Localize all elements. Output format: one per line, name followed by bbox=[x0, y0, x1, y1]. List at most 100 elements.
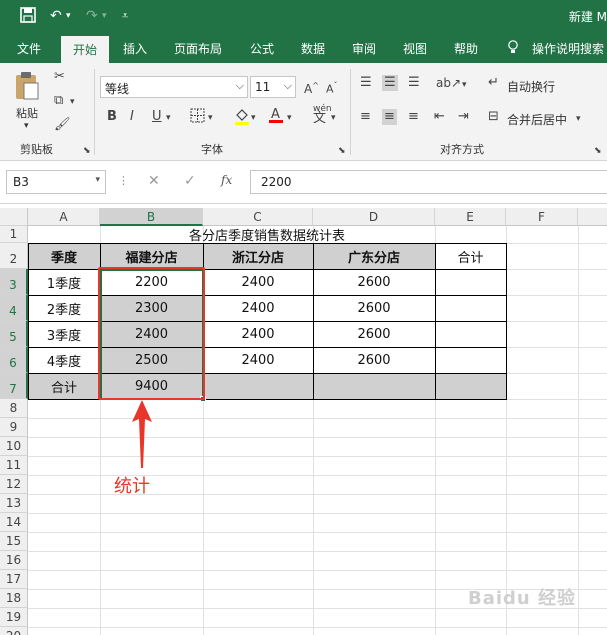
orientation-dropdown-icon[interactable]: ▾ bbox=[462, 77, 467, 93]
tab-tell-me[interactable]: 操作说明搜索 bbox=[532, 40, 604, 57]
table-cell[interactable]: 2400 bbox=[203, 321, 313, 347]
cancel-icon[interactable]: ✕ bbox=[148, 173, 160, 189]
header-cell[interactable]: 广东分店 bbox=[313, 243, 435, 269]
column-header[interactable]: A bbox=[28, 208, 100, 226]
borders-icon[interactable] bbox=[190, 108, 205, 128]
orientation-icon[interactable]: ab↗ bbox=[436, 75, 461, 91]
decrease-font-icon[interactable]: Aˇ bbox=[326, 78, 338, 98]
table-cell[interactable]: 4季度 bbox=[28, 347, 100, 373]
align-left-icon[interactable]: ≡ bbox=[360, 109, 371, 125]
table-cell[interactable]: 2400 bbox=[203, 347, 313, 373]
enter-icon[interactable]: ✓ bbox=[184, 173, 196, 189]
phonetic-dropdown-icon[interactable]: ▾ bbox=[331, 110, 336, 126]
column-header[interactable]: C bbox=[203, 208, 313, 226]
tab-review[interactable]: 审阅 bbox=[352, 40, 376, 57]
fill-color-dropdown-icon[interactable]: ▾ bbox=[251, 110, 256, 126]
customize-toolbar-icon[interactable]: ⩡ bbox=[122, 7, 128, 25]
row-header[interactable]: 15 bbox=[0, 532, 28, 551]
align-bottom-icon[interactable]: ☰ bbox=[408, 75, 420, 91]
table-cell[interactable]: 3季度 bbox=[28, 321, 100, 347]
row-header[interactable]: 6 bbox=[0, 347, 28, 373]
merge-dropdown-icon[interactable]: ▾ bbox=[576, 111, 581, 127]
tab-home[interactable]: 开始 bbox=[61, 36, 110, 65]
copy-icon[interactable]: ⧉ bbox=[54, 93, 63, 109]
row-header[interactable]: 1 bbox=[0, 226, 28, 243]
sheet-title-cell[interactable]: 各分店季度销售数据统计表 bbox=[28, 226, 506, 244]
tab-formulas[interactable]: 公式 bbox=[250, 40, 274, 57]
wrap-text-icon[interactable]: ↵ bbox=[488, 75, 499, 91]
column-header[interactable]: E bbox=[435, 208, 506, 226]
paste-dropdown-icon[interactable]: ▾ bbox=[24, 121, 29, 131]
paste-icon[interactable] bbox=[14, 71, 40, 106]
merge-center-icon[interactable]: ⊟ bbox=[488, 109, 499, 125]
header-cell[interactable]: 浙江分店 bbox=[203, 243, 313, 269]
font-launcher-icon[interactable]: ⬊ bbox=[338, 143, 346, 159]
cut-icon[interactable]: ✂ bbox=[54, 69, 65, 85]
row-header[interactable]: 17 bbox=[0, 570, 28, 589]
borders-dropdown-icon[interactable]: ▾ bbox=[208, 110, 213, 126]
align-top-icon[interactable]: ☰ bbox=[360, 75, 372, 91]
column-header[interactable]: B bbox=[100, 208, 203, 226]
alignment-launcher-icon[interactable]: ⬊ bbox=[594, 143, 602, 159]
column-header[interactable]: F bbox=[506, 208, 578, 226]
name-box[interactable]: B3 ▾ bbox=[6, 170, 106, 194]
undo-icon[interactable]: ↶ bbox=[50, 7, 62, 25]
row-header[interactable]: 10 bbox=[0, 437, 28, 456]
row-header[interactable]: 18 bbox=[0, 589, 28, 608]
underline-button[interactable]: U bbox=[152, 109, 162, 125]
font-color-dropdown-icon[interactable]: ▾ bbox=[287, 110, 292, 126]
tab-file[interactable]: 文件 bbox=[17, 40, 41, 57]
align-center-icon[interactable]: ≡ bbox=[382, 109, 397, 125]
fill-color-icon[interactable] bbox=[234, 107, 250, 130]
row-header[interactable]: 12 bbox=[0, 475, 28, 494]
row-header[interactable]: 11 bbox=[0, 456, 28, 475]
font-color-icon[interactable]: A bbox=[268, 105, 284, 130]
copy-dropdown-icon[interactable]: ▾ bbox=[70, 94, 75, 110]
tab-page-layout[interactable]: 页面布局 bbox=[174, 40, 222, 57]
underline-dropdown-icon[interactable]: ▾ bbox=[166, 110, 171, 126]
undo-dropdown-icon[interactable]: ▾ bbox=[66, 7, 71, 25]
table-cell[interactable]: 2600 bbox=[313, 269, 435, 295]
increase-font-icon[interactable]: A^ bbox=[304, 78, 319, 97]
table-cell[interactable]: 2600 bbox=[313, 347, 435, 373]
phonetic-icon[interactable]: wén 文 bbox=[313, 105, 332, 126]
total-label-cell[interactable]: 合计 bbox=[28, 373, 100, 399]
font-name-select[interactable]: 等线 ⌵ bbox=[100, 76, 248, 98]
align-middle-icon[interactable]: ☰ bbox=[382, 75, 398, 91]
row-header[interactable]: 8 bbox=[0, 399, 28, 418]
redo-dropdown-icon[interactable]: ▾ bbox=[102, 7, 107, 25]
formula-input[interactable]: 2200 bbox=[250, 170, 607, 194]
row-header[interactable]: 19 bbox=[0, 608, 28, 627]
decrease-indent-icon[interactable]: ⇤ bbox=[434, 109, 445, 125]
tab-view[interactable]: 视图 bbox=[403, 40, 427, 57]
paste-button[interactable]: 粘贴 bbox=[16, 105, 38, 121]
clipboard-launcher-icon[interactable]: ⬊ bbox=[83, 143, 91, 159]
save-icon[interactable] bbox=[20, 7, 36, 28]
font-size-select[interactable]: 11 ⌵ bbox=[250, 76, 296, 98]
table-cell[interactable]: 1季度 bbox=[28, 269, 100, 295]
format-painter-icon[interactable]: 🖌 bbox=[54, 117, 71, 133]
row-header[interactable]: 4 bbox=[0, 295, 28, 321]
column-header[interactable] bbox=[578, 208, 607, 226]
insert-function-button[interactable]: fx bbox=[221, 173, 232, 187]
merge-center-button[interactable]: 合并后居中 bbox=[507, 111, 567, 128]
align-right-icon[interactable]: ≡ bbox=[408, 109, 419, 125]
row-header[interactable]: 13 bbox=[0, 494, 28, 513]
bold-button[interactable]: B bbox=[107, 109, 117, 125]
column-header[interactable]: D bbox=[313, 208, 435, 226]
tab-insert[interactable]: 插入 bbox=[123, 40, 147, 57]
worksheet-grid[interactable]: A B C D E F 1 2 3 4 5 6 7 8 9 10 11 12 1… bbox=[0, 208, 607, 635]
header-cell[interactable]: 季度 bbox=[28, 243, 100, 269]
table-cell[interactable]: 2600 bbox=[313, 295, 435, 321]
row-header[interactable]: 20 bbox=[0, 627, 28, 635]
select-all-corner[interactable] bbox=[0, 208, 28, 226]
table-cell[interactable]: 2400 bbox=[203, 295, 313, 321]
row-header[interactable]: 2 bbox=[0, 243, 28, 269]
row-header[interactable]: 16 bbox=[0, 551, 28, 570]
italic-button[interactable]: I bbox=[130, 109, 134, 125]
tab-data[interactable]: 数据 bbox=[301, 40, 325, 57]
table-cell[interactable]: 2600 bbox=[313, 321, 435, 347]
row-header[interactable]: 9 bbox=[0, 418, 28, 437]
redo-icon[interactable]: ↷ bbox=[86, 7, 98, 25]
row-header[interactable]: 14 bbox=[0, 513, 28, 532]
